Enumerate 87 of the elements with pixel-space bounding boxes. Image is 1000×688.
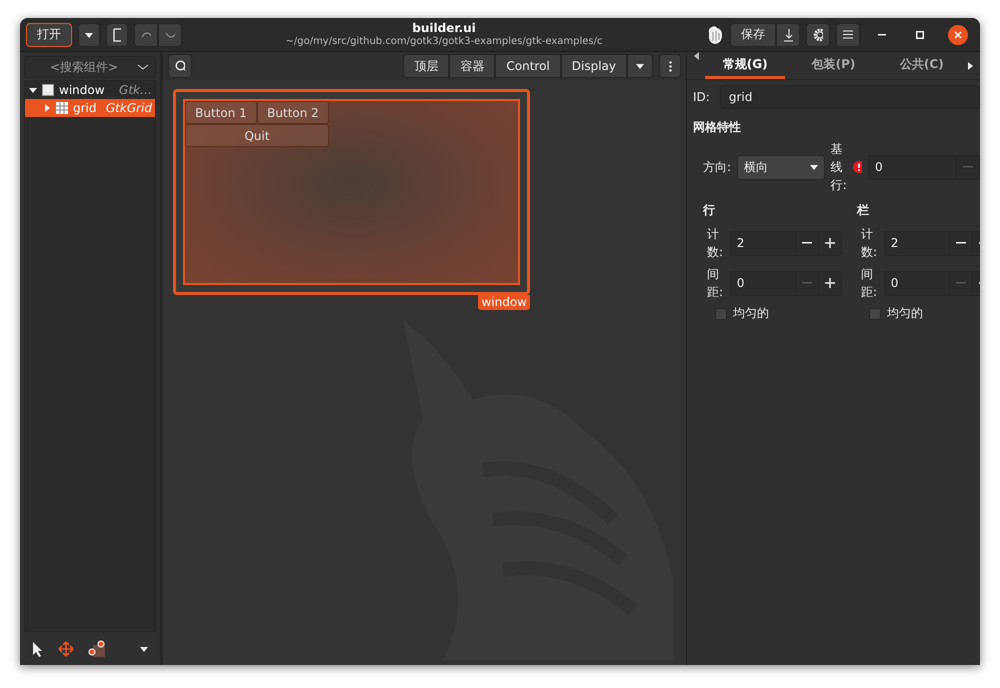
preview-button[interactable]: Quit: [185, 124, 329, 147]
window-title: builder.ui: [412, 21, 476, 36]
grid-icon: [56, 102, 68, 114]
selection-label: window: [478, 295, 530, 310]
dropdown-caret-icon: [140, 644, 148, 652]
expander-down-icon: [29, 86, 37, 94]
more-icon: [668, 60, 672, 72]
preview-button[interactable]: Button 1: [185, 101, 257, 124]
homogeneous-checkbox[interactable]: [869, 308, 881, 320]
orientation-label: 方向:: [703, 158, 732, 176]
caret-icon: [810, 163, 818, 171]
palette-tab[interactable]: 顶层: [403, 54, 450, 78]
scroll-right-icon: [966, 62, 974, 70]
connect-tool-button[interactable]: [88, 640, 106, 658]
download-icon: [783, 28, 793, 42]
homogeneous-label: 均匀的: [733, 305, 769, 322]
options-button[interactable]: [659, 54, 681, 78]
baseline-label: 基线行:: [830, 141, 847, 194]
palette-tab[interactable]: Display: [560, 54, 627, 78]
search-icon: [175, 60, 185, 72]
move-icon: [58, 640, 74, 656]
move-tool-button[interactable]: [58, 640, 74, 656]
pointer-icon: [32, 640, 44, 656]
minus-icon: [802, 242, 812, 244]
caret-icon: [636, 62, 644, 70]
redo-icon: [165, 32, 175, 38]
homogeneous-label: 均匀的: [887, 305, 923, 322]
tree-row[interactable]: grid GtkGrid: [25, 99, 155, 117]
widget-name: grid: [73, 101, 97, 115]
section-title: 网格特性: [692, 119, 742, 136]
caret-icon: [85, 30, 93, 38]
group-title: 栏: [856, 202, 870, 219]
new-file-button[interactable]: [106, 22, 128, 46]
inspector-tab[interactable]: 公共(C): [882, 52, 962, 79]
id-label: ID:: [693, 90, 710, 104]
menu-button[interactable]: [836, 22, 860, 46]
menu-icon: [843, 30, 853, 39]
window-icon: [42, 84, 54, 96]
id-field[interactable]: grid: [720, 85, 980, 109]
count-label: 计数:: [861, 226, 878, 261]
palette-tab[interactable]: Control: [495, 54, 561, 78]
chevron-down-icon: [137, 64, 149, 70]
minus-icon: [802, 282, 812, 284]
widget-type: GtkGrid: [106, 101, 152, 115]
expander-right-icon: [43, 104, 51, 112]
close-icon: [954, 30, 962, 38]
plus-icon: [824, 238, 835, 248]
settings-icon: [813, 28, 823, 42]
orientation-combo[interactable]: 横向: [737, 154, 825, 180]
connect-icon: [88, 640, 106, 658]
maximize-icon: [916, 30, 924, 38]
undo-button[interactable]: [134, 22, 158, 46]
pointer-tool-button[interactable]: [32, 640, 44, 656]
open-menu-button[interactable]: [78, 22, 100, 46]
inspector-tab[interactable]: 常规(G): [705, 52, 786, 79]
inspector-tab[interactable]: 包装(P): [793, 52, 874, 79]
close-button[interactable]: [948, 24, 968, 44]
spacing-spin[interactable]: 0: [884, 270, 980, 296]
spacing-spin[interactable]: 0: [730, 270, 842, 296]
settings-button[interactable]: [806, 22, 830, 46]
tree-row[interactable]: window Gtk…: [25, 81, 155, 99]
baseline-spin[interactable]: 0: [868, 154, 980, 180]
save-as-button[interactable]: [776, 22, 800, 46]
palette-more-button[interactable]: [627, 54, 653, 78]
undo-icon: [141, 32, 151, 38]
count-spin[interactable]: 2: [730, 230, 842, 256]
homogeneous-checkbox[interactable]: [715, 308, 727, 320]
search-field[interactable]: <搜索组件>: [24, 56, 156, 78]
open-button[interactable]: 打开: [26, 22, 72, 46]
minus-icon: [963, 166, 973, 168]
plus-icon: [824, 278, 835, 288]
spacing-label: 间距:: [861, 266, 878, 301]
widget-name: window: [59, 83, 105, 97]
palette-tab[interactable]: 容器: [449, 54, 496, 78]
save-button[interactable]: 保存: [730, 22, 776, 46]
minus-icon: [956, 282, 966, 284]
group-title: 行: [702, 202, 716, 219]
search-button[interactable]: [168, 54, 192, 78]
minus-icon: [956, 242, 966, 244]
preview-button[interactable]: Button 2: [257, 101, 329, 124]
redo-button[interactable]: [158, 22, 182, 46]
count-label: 计数:: [707, 226, 724, 261]
minimize-icon: [878, 34, 886, 36]
widget-type: Gtk…: [119, 83, 152, 97]
count-spin[interactable]: 2: [884, 230, 980, 256]
spacing-label: 间距:: [707, 266, 724, 301]
window-subtitle: ~/go/my/src/github.com/gotk3/gotk3-examples/gtk-examples/c: [285, 36, 603, 48]
